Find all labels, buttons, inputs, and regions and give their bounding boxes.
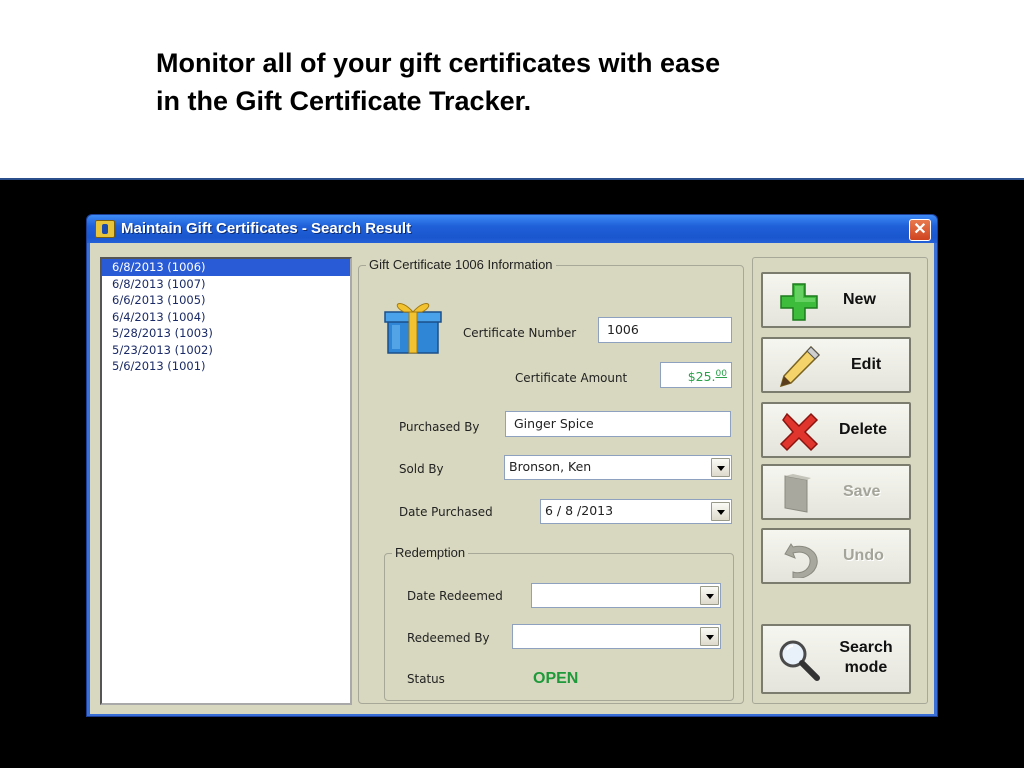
undo-arrow-icon [784, 543, 818, 578]
list-item[interactable]: 5/23/2013 (1002) [102, 342, 350, 359]
new-button[interactable]: New [761, 272, 911, 328]
gift-box-icon [384, 303, 442, 354]
certificate-number-label: Certificate Number [463, 325, 577, 340]
date-purchased-label: Date Purchased [399, 504, 493, 519]
sold-by-value: Bronson, Ken [509, 459, 592, 474]
delete-x-icon [779, 412, 819, 452]
certificate-number-field[interactable]: 1006 [598, 317, 732, 343]
chevron-down-icon[interactable] [700, 627, 719, 646]
search-mode-line2: mode [844, 659, 888, 676]
date-redeemed-label: Date Redeemed [407, 588, 503, 603]
chevron-down-icon[interactable] [711, 458, 730, 477]
magnifier-icon [779, 640, 820, 681]
close-button[interactable]: ✕ [909, 219, 931, 241]
pencil-icon [779, 345, 821, 388]
action-button-panel: New Edit Delete Save Undo Search mode [752, 257, 928, 704]
certificate-amount-label: Certificate Amount [515, 370, 628, 385]
undo-button-label: Undo [843, 547, 884, 564]
gift-certificate-window: Maintain Gift Certificates - Search Resu… [86, 214, 938, 717]
certificate-amount-cents: 00 [715, 369, 727, 379]
list-item[interactable]: 6/8/2013 (1007) [102, 276, 350, 293]
undo-button[interactable]: Undo [761, 528, 911, 584]
window-title: Maintain Gift Certificates - Search Resu… [121, 220, 412, 237]
certificate-list[interactable]: 6/8/2013 (1006) 6/8/2013 (1007) 6/6/2013… [100, 257, 352, 705]
sold-by-dropdown[interactable]: Bronson, Ken [504, 455, 732, 480]
certificate-info-group-title: Gift Certificate 1006 Information [366, 257, 556, 272]
slide-title: Monitor all of your gift certificates wi… [156, 44, 916, 120]
status-label: Status [407, 671, 445, 686]
new-button-label: New [843, 291, 876, 308]
list-item[interactable]: 6/4/2013 (1004) [102, 309, 350, 326]
edit-button[interactable]: Edit [761, 337, 911, 393]
save-disk-icon [784, 474, 811, 513]
search-mode-line1: Search [839, 639, 893, 656]
delete-button[interactable]: Delete [761, 402, 911, 458]
list-item[interactable]: 6/8/2013 (1006) [102, 259, 350, 276]
window-client-area: 6/8/2013 (1006) 6/8/2013 (1007) 6/6/2013… [90, 243, 934, 714]
chevron-down-icon[interactable] [700, 586, 719, 605]
edit-button-label: Edit [851, 356, 882, 373]
slide-title-line2: in the Gift Certificate Tracker. [156, 86, 532, 116]
list-item[interactable]: 6/6/2013 (1005) [102, 292, 350, 309]
plus-icon [780, 283, 818, 321]
search-mode-button[interactable]: Search mode [761, 624, 911, 694]
date-purchased-value: 6 / 8 /2013 [545, 503, 614, 518]
save-button-label: Save [843, 483, 881, 500]
list-item[interactable]: 5/6/2013 (1001) [102, 358, 350, 375]
slide-title-line1: Monitor all of your gift certificates wi… [156, 48, 721, 78]
sold-by-label: Sold By [399, 461, 444, 476]
redeemed-by-label: Redeemed By [407, 630, 490, 645]
certificate-amount-field[interactable]: $25.00 [660, 362, 732, 388]
chevron-down-icon[interactable] [711, 502, 730, 521]
date-purchased-picker[interactable]: 6 / 8 /2013 [540, 499, 732, 524]
status-badge: OPEN [533, 670, 579, 687]
date-redeemed-picker[interactable] [531, 583, 721, 608]
save-button[interactable]: Save [761, 464, 911, 520]
search-mode-button-label: Search mode [825, 638, 907, 678]
redeemed-by-dropdown[interactable] [512, 624, 721, 649]
window-titlebar[interactable]: Maintain Gift Certificates - Search Resu… [87, 215, 937, 243]
purchased-by-label: Purchased By [399, 419, 480, 434]
certificate-amount-dollars: $25. [687, 369, 716, 385]
purchased-by-field[interactable]: Ginger Spice [505, 411, 731, 437]
delete-button-label: Delete [839, 421, 888, 438]
list-item[interactable]: 5/28/2013 (1003) [102, 325, 350, 342]
app-icon [95, 220, 115, 238]
redemption-group-title: Redemption [392, 545, 469, 560]
